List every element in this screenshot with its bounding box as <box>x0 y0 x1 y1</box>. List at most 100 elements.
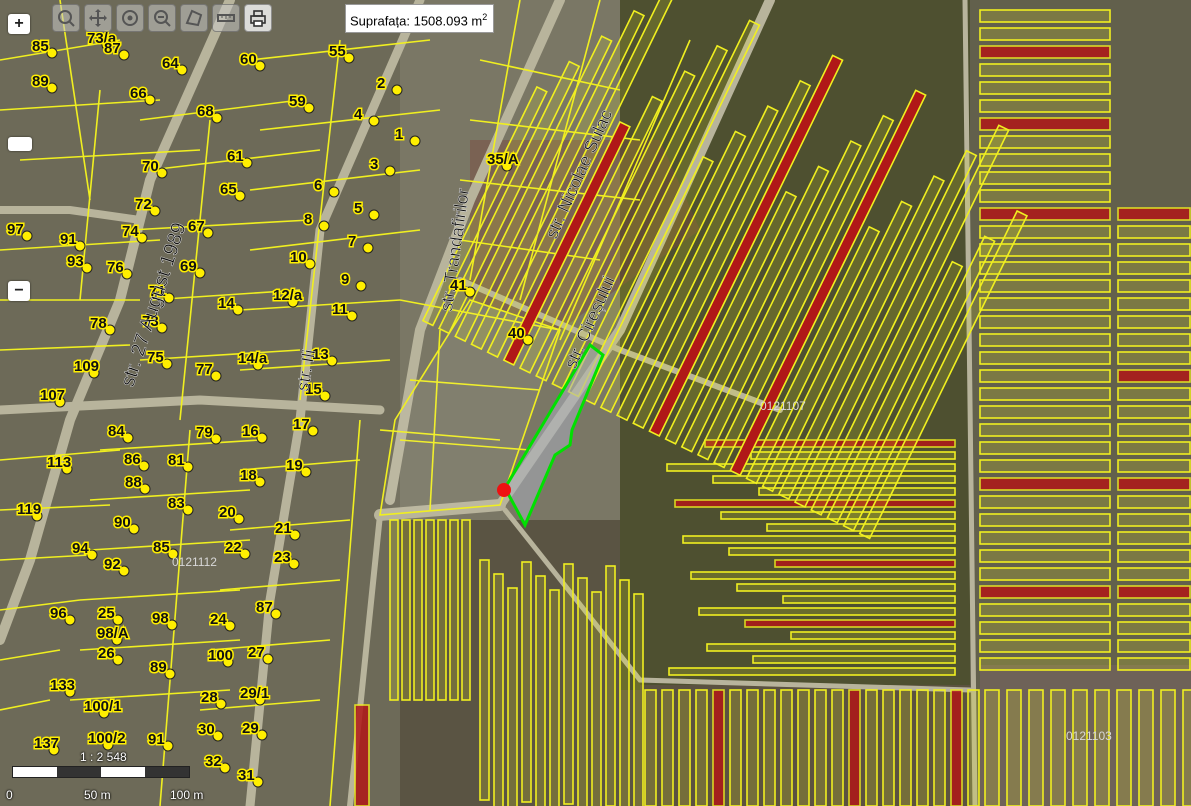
measure-line-tool[interactable] <box>212 4 240 32</box>
parcel-number-label: 79 <box>196 424 213 441</box>
cadastral-label-0121103: 0121103 <box>1066 729 1112 743</box>
parcel-number-label: 25 <box>98 605 115 622</box>
address-point[interactable] <box>346 310 358 322</box>
area-unit-exponent: 2 <box>482 12 488 22</box>
parcel-number-label: 113 <box>47 454 71 471</box>
parcel-number-label: 68 <box>197 103 214 120</box>
pan-icon <box>89 9 107 27</box>
parcel-number-label: 84 <box>108 423 125 440</box>
parcel-number-label: 97 <box>7 221 24 238</box>
parcel-number-label: 6 <box>314 177 322 194</box>
parcel-number-label: 12/a <box>273 287 303 304</box>
measure-area-tool[interactable] <box>180 4 208 32</box>
target-tool[interactable] <box>116 4 144 32</box>
parcel-number-label: 7 <box>348 233 356 250</box>
scale-ratio: 1 : 2 548 <box>80 750 127 764</box>
parcel-number-label: 35/A <box>487 151 519 168</box>
parcel-number-label: 4 <box>354 106 363 123</box>
scale-tick-50: 50 m <box>84 788 111 802</box>
location-marker[interactable] <box>497 483 511 497</box>
parcel-number-label: 89 <box>32 73 49 90</box>
scale-bar-graphic <box>12 766 190 778</box>
target-icon <box>122 10 138 26</box>
parcel-number-label: 92 <box>104 556 121 573</box>
zoom-slider-handle[interactable] <box>8 137 32 151</box>
parcel-number-label: 55 <box>329 43 346 60</box>
parcel-number-label: 107 <box>40 387 65 404</box>
zoom-box-tool[interactable] <box>52 4 80 32</box>
parcel-number-label: 100/1 <box>84 698 122 715</box>
parcel-number-label: 23 <box>274 549 291 566</box>
address-point[interactable] <box>391 84 403 96</box>
parcel-number-label: 74 <box>122 223 139 240</box>
map-view[interactable]: 85 73/a 87 64 60 55 89 66 68 59 2 4 1 35/A 3 70 61 65 6 72 5… <box>0 0 1191 806</box>
parcel-number-label: 87 <box>256 599 273 616</box>
parcel-number-label: 86 <box>124 451 141 468</box>
address-point[interactable] <box>355 280 367 292</box>
zoom-in-button[interactable]: + <box>8 14 30 34</box>
parcel-number-label: 77 <box>196 361 213 378</box>
parcel-number-label: 91 <box>60 231 77 248</box>
parcel-number-label: 29/1 <box>240 685 269 702</box>
parcel-number-label: 66 <box>130 85 147 102</box>
parcel-number-label: 17 <box>293 416 310 433</box>
address-point[interactable] <box>318 220 330 232</box>
parcel-number-label: 81 <box>168 452 185 469</box>
parcel-number-label: 65 <box>220 181 237 198</box>
parcel-number-label: 85 <box>32 38 49 55</box>
parcel-number-label: 24 <box>210 611 227 628</box>
parcel-number-label: 137 <box>34 735 59 752</box>
parcel-number-label: 61 <box>227 148 244 165</box>
parcel-number-label: 26 <box>98 645 115 662</box>
address-point[interactable] <box>409 135 421 147</box>
pan-tool[interactable] <box>84 4 112 32</box>
parcel-number-label: 8 <box>304 211 312 228</box>
parcel-number-label: 10 <box>290 249 307 266</box>
parcel-number-label: 85 <box>153 539 170 556</box>
parcel-number-label: 98/A <box>97 625 129 642</box>
measure-area-icon <box>185 9 203 27</box>
parcel-number-label: 88 <box>125 474 142 491</box>
zoom-out-box-tool[interactable] <box>148 4 176 32</box>
parcel-number-label: 2 <box>377 75 385 92</box>
parcel-number-label: 27 <box>248 644 265 661</box>
parcel-number-label: 89 <box>150 659 167 676</box>
parcel-number-label: 11 <box>332 301 348 318</box>
parcel-number-label: 14 <box>218 295 235 312</box>
parcel-number-label: 59 <box>289 93 306 110</box>
parcel-number-label: 28 <box>201 689 218 706</box>
area-measurement-text: Suprafața: 1508.093 m <box>350 13 483 29</box>
parcel-number-label: 22 <box>225 539 242 556</box>
parcel-number-label: 133 <box>50 677 75 694</box>
zoom-box-icon <box>58 10 75 27</box>
parcel-number-label: 98 <box>152 610 169 627</box>
parcel-number-label: 76 <box>107 259 124 276</box>
address-point[interactable] <box>362 242 374 254</box>
parcel-number-label: 1 <box>395 126 403 143</box>
parcel-number-label: 9 <box>341 271 349 288</box>
address-point[interactable] <box>368 209 380 221</box>
parcel-number-label: 94 <box>72 540 89 557</box>
parcel-number-label: 3 <box>370 156 378 173</box>
parcel-number-label: 30 <box>198 721 215 738</box>
satellite-basemap[interactable]: 85 73/a8764 60 558966685924135/A3706165 672 5… <box>0 0 1191 806</box>
parcel-number-label: 100/2 <box>88 730 126 747</box>
parcel-number-label: 91 <box>148 731 165 748</box>
parcel-number-label: 83 <box>168 495 185 512</box>
map-toolbar <box>52 4 272 32</box>
parcel-number-label: 40 <box>508 325 525 342</box>
parcel-number-label: 19 <box>286 457 303 474</box>
area-measurement-readout: Suprafața: 1508.093 m2 <box>345 4 495 34</box>
scale-tick-100: 100 m <box>170 788 204 802</box>
parcel-number-label: 93 <box>67 253 84 270</box>
parcel-number-label: 72 <box>135 196 152 213</box>
address-point[interactable] <box>368 115 380 127</box>
zoom-out-button[interactable]: − <box>8 281 30 301</box>
address-point[interactable] <box>328 186 340 198</box>
scale-tick-0: 0 <box>6 788 13 802</box>
parcel-number-label: 60 <box>240 51 257 68</box>
parcel-number-label: 64 <box>162 55 179 72</box>
parcel-number-label: 67 <box>188 218 205 235</box>
address-point[interactable] <box>384 165 396 177</box>
print-tool[interactable] <box>244 4 272 32</box>
